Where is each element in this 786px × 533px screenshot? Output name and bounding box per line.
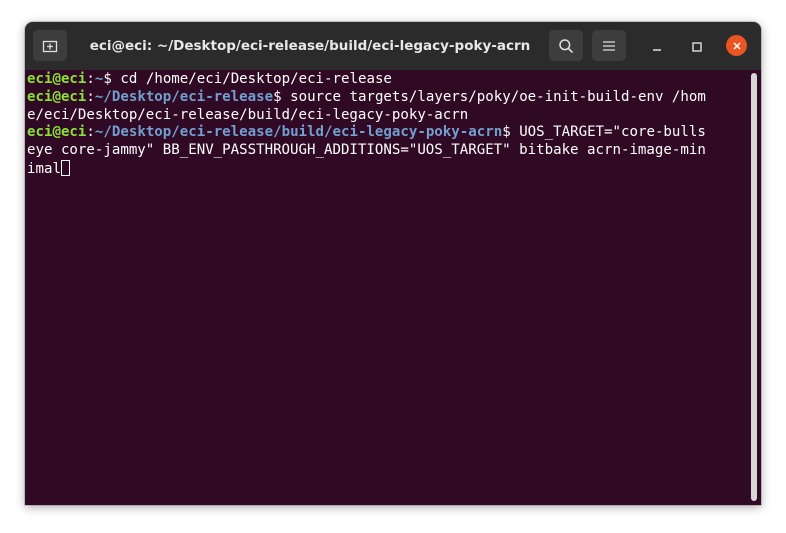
close-button[interactable] — [726, 35, 747, 56]
command-text: cd /home/eci/Desktop/eci-release — [120, 71, 392, 87]
prompt-path: ~/Desktop/eci-release — [94, 88, 274, 105]
window-title: eci@eci: ~/Desktop/eci-release/build/eci… — [89, 38, 531, 54]
hamburger-menu-icon — [602, 39, 616, 53]
title-bar[interactable]: eci@eci: ~/Desktop/eci-release/build/eci… — [25, 22, 761, 70]
prompt-user: eci@eci — [27, 124, 87, 141]
vertical-scrollbar[interactable] — [751, 73, 757, 501]
prompt-symbol: $ — [103, 71, 121, 87]
search-button[interactable] — [549, 30, 583, 61]
search-icon — [558, 38, 574, 54]
text-cursor — [60, 159, 70, 176]
close-icon — [732, 36, 742, 55]
minimize-button[interactable] — [647, 36, 667, 56]
command-text: UOS_TARGET="core-bulls — [519, 124, 706, 141]
prompt-user: eci@eci — [27, 71, 87, 87]
prompt-symbol: $ — [502, 124, 520, 141]
command-text-wrap: e/eci/Desktop/eci-release/build/eci-lega… — [27, 106, 469, 123]
menu-button[interactable] — [592, 30, 626, 61]
prompt-separator: : — [86, 88, 95, 105]
maximize-icon — [692, 37, 702, 56]
new-tab-icon — [42, 38, 58, 54]
new-tab-button[interactable] — [33, 30, 67, 61]
terminal-window: eci@eci: ~/Desktop/eci-release/build/eci… — [25, 22, 761, 505]
maximize-button[interactable] — [687, 36, 707, 56]
minimize-icon — [652, 37, 662, 56]
prompt-path: ~/Desktop/eci-release/build/eci-legacy-p… — [94, 124, 503, 141]
terminal-area[interactable]: eci@eci:~$ cd /home/eci/Desktop/eci-rele… — [25, 70, 761, 505]
prompt-user: eci@eci — [27, 88, 87, 105]
command-text-wrap: eye core-jammy" BB_ENV_PASSTHROUGH_ADDIT… — [27, 142, 706, 159]
command-text-wrap: imal — [27, 160, 61, 177]
prompt-separator: : — [86, 71, 95, 87]
prompt-symbol: $ — [273, 88, 291, 105]
command-text: source targets/layers/poky/oe-init-build… — [290, 88, 706, 105]
terminal-output: eci@eci:~$ cd /home/eci/Desktop/eci-rele… — [27, 71, 747, 179]
prompt-separator: : — [86, 124, 95, 141]
